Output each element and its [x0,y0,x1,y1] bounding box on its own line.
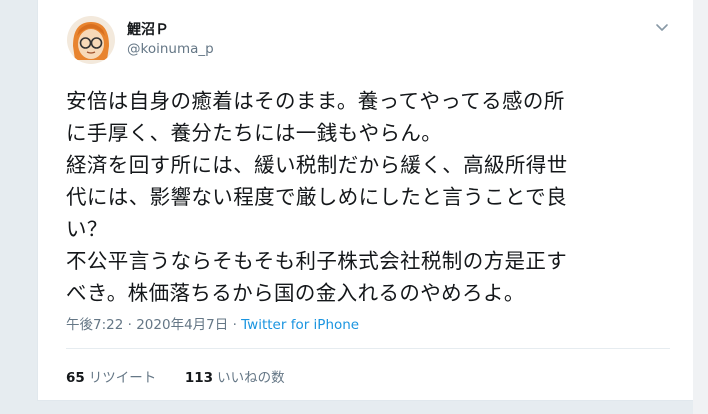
retweet-count: 65 [66,370,85,386]
divider [66,348,670,349]
tweet-line: 代には、影響ない程度で厳しめにしたと言うことで良 [66,185,567,209]
tweet-time[interactable]: 午後7:22 [66,317,123,333]
meta-separator: · [232,317,237,333]
tweet-date[interactable]: 2020年4月7日 [136,317,228,333]
retweet-label: リツイート [88,370,157,386]
user-handle[interactable]: @koinuma_p [127,41,214,57]
tweet-card: 鯉沼Ｐ @koinuma_p 安倍は自身の癒着はそのまま。養ってやってる感の所 … [37,0,695,401]
meta-separator: · [127,317,132,333]
tweet-line: 経済を回す所には、緩い税制だから緩く、高級所得世 [66,153,568,177]
tweet-text: 安倍は自身の癒着はそのまま。養ってやってる感の所 に手厚く、養分たちには一銭もや… [66,85,671,309]
tweet-line: 安倍は自身の癒着はそのまま。養ってやってる感の所 [66,89,565,113]
chevron-down-icon[interactable] [654,19,670,35]
like-stat[interactable]: 113 いいねの数 [185,370,285,386]
tweet-line: 不公平言うならそもそも利子株式会社税制の方是正す [66,249,568,273]
tweet-source-link[interactable]: Twitter for iPhone [241,317,359,333]
like-label: いいねの数 [217,370,285,386]
tweet-line: い？ [66,217,108,241]
tweet-line: べき。株価落ちるから国の金入れるのやめろよ。 [66,281,525,305]
display-name[interactable]: 鯉沼Ｐ [127,19,169,39]
like-count: 113 [184,370,214,386]
avatar[interactable] [67,16,115,64]
tweet-stats: 65 リツイート 113 いいねの数 [66,366,285,386]
avatar-image [67,16,115,64]
tweet-meta: 午後7:22 · 2020年4月7日 · Twitter for iPhone [66,313,359,333]
tweet-line: に手厚く、養分たちには一銭もやらん。 [66,121,443,145]
scrollbar-track[interactable] [693,0,708,414]
retweet-stat[interactable]: 65 リツイート [66,370,156,386]
